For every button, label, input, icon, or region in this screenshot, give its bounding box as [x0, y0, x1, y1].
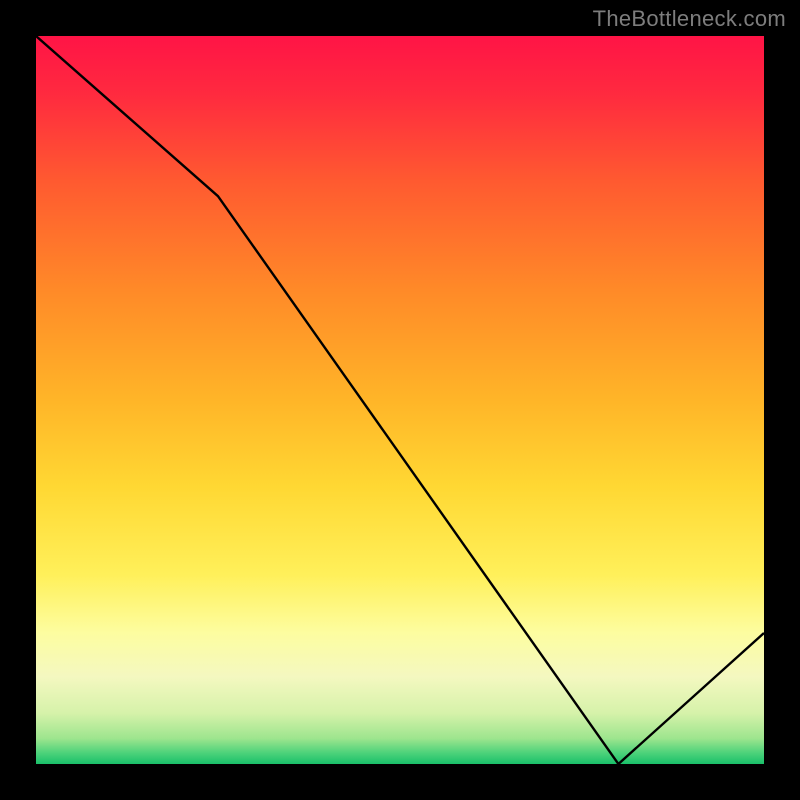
plot-area	[36, 36, 764, 764]
watermark-text: TheBottleneck.com	[593, 6, 786, 32]
plot-container	[36, 36, 764, 764]
plot-line	[36, 36, 764, 764]
